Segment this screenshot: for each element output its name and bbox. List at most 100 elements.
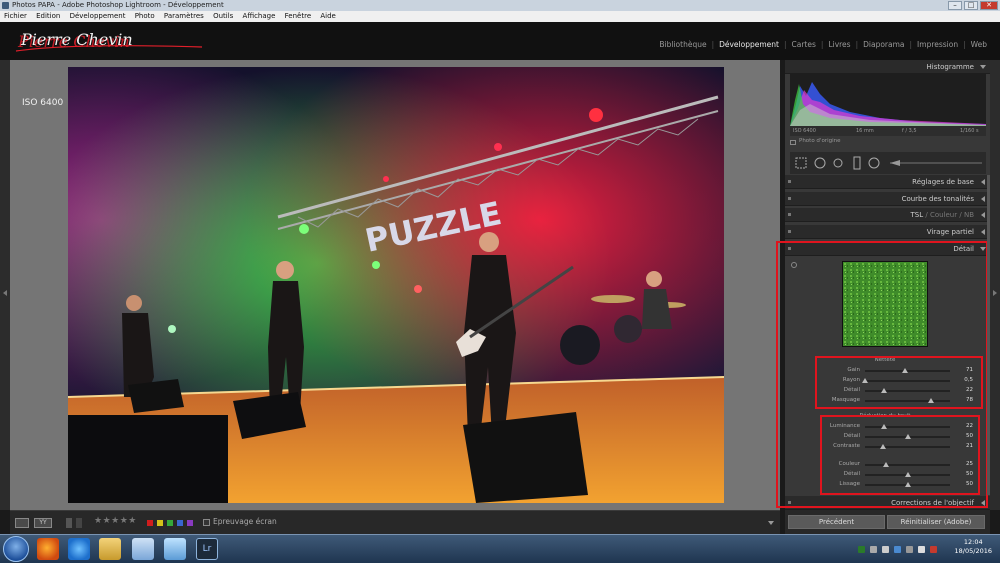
red-eye-icon bbox=[833, 158, 843, 168]
module-developpement[interactable]: Développement bbox=[714, 40, 784, 49]
notepad-icon[interactable] bbox=[132, 538, 154, 560]
window-title-bar: Photos PAPA - Adobe Photoshop Lightroom … bbox=[0, 0, 1000, 11]
window-controls: – □ ✕ bbox=[948, 0, 998, 11]
tray-flag-icon[interactable] bbox=[930, 546, 937, 553]
expand-triangle-icon[interactable] bbox=[981, 229, 985, 235]
color-label-yellow[interactable] bbox=[157, 520, 163, 526]
tone-curve-title: Courbe des tonalités bbox=[901, 195, 974, 203]
close-button[interactable]: ✕ bbox=[980, 1, 998, 10]
menu-aide[interactable]: Aide bbox=[316, 11, 338, 22]
flag-reject-icon[interactable] bbox=[76, 518, 82, 528]
previous-button[interactable]: Précédent bbox=[788, 515, 885, 529]
module-picker: Bibliothèque | Développement | Cartes | Liv… bbox=[654, 40, 992, 49]
menu-edition[interactable]: Edition bbox=[32, 11, 63, 22]
image-viewer: ISO 6400 PUZZLE bbox=[10, 60, 780, 510]
module-bibliotheque[interactable]: Bibliothèque bbox=[654, 40, 711, 49]
toolbar-menu-chevron-icon[interactable] bbox=[768, 521, 774, 525]
module-cartes[interactable]: Cartes bbox=[787, 40, 821, 49]
color-label-blue[interactable] bbox=[177, 520, 183, 526]
histogram-title: Histogramme bbox=[926, 63, 974, 71]
module-diaporama[interactable]: Diaporama bbox=[858, 40, 909, 49]
tray-icon-4[interactable] bbox=[894, 546, 901, 553]
collapse-triangle-icon[interactable] bbox=[980, 65, 986, 69]
right-panel-edge[interactable] bbox=[990, 60, 1000, 510]
menu-bar: Fichier Edition Développement Photo Para… bbox=[0, 11, 1000, 22]
clock-date: 18/05/2016 bbox=[954, 547, 992, 555]
menu-developpement[interactable]: Développement bbox=[66, 11, 129, 22]
hsl-header[interactable]: TSL / Couleur / NB bbox=[785, 208, 990, 222]
identity-plate-logo: Pierre Chevin Pierre Chevin bbox=[15, 31, 203, 52]
menu-photo[interactable]: Photo bbox=[131, 11, 158, 22]
spot-removal-icon bbox=[814, 157, 826, 169]
color-label-green[interactable] bbox=[167, 520, 173, 526]
loupe-view-icon[interactable] bbox=[15, 518, 29, 528]
module-bar: Pierre Chevin Pierre Chevin Bibliothèque… bbox=[0, 22, 1000, 60]
lightroom-taskbar-icon[interactable]: Lr bbox=[196, 538, 218, 560]
expand-triangle-icon[interactable] bbox=[981, 179, 985, 185]
exif-focal: 16 mm bbox=[856, 128, 874, 134]
rating-stars[interactable]: ★★★★★ bbox=[94, 516, 137, 526]
tray-icon-2[interactable] bbox=[870, 546, 877, 553]
flag-pick-icon[interactable] bbox=[66, 518, 72, 528]
soft-proofing-checkbox[interactable] bbox=[203, 519, 210, 526]
graduated-filter-icon bbox=[853, 156, 861, 170]
expand-triangle-icon[interactable] bbox=[981, 212, 985, 218]
tray-network-icon[interactable] bbox=[858, 546, 865, 553]
menu-affichage[interactable]: Affichage bbox=[239, 11, 279, 22]
window-title: Photos PAPA - Adobe Photoshop Lightroom … bbox=[12, 1, 224, 9]
original-photo-label: Photo d'origine bbox=[799, 138, 841, 144]
before-after-icon[interactable]: YY bbox=[34, 518, 52, 528]
maximize-button[interactable]: □ bbox=[964, 1, 978, 10]
exif-aperture: f / 3,5 bbox=[902, 128, 917, 134]
annotation-box-sharpening bbox=[815, 356, 983, 409]
color-tab[interactable]: Couleur bbox=[930, 211, 957, 219]
color-label-red[interactable] bbox=[147, 520, 153, 526]
basic-panel-header[interactable]: Réglages de base bbox=[785, 175, 990, 189]
hsl-tab[interactable]: TSL bbox=[910, 211, 923, 219]
expand-left-arrow-icon[interactable] bbox=[3, 290, 7, 296]
histogram-graph bbox=[790, 74, 986, 126]
start-button[interactable] bbox=[3, 536, 29, 562]
windows-taskbar: Lr 12:04 18/05/2016 bbox=[0, 534, 1000, 563]
internet-explorer-icon[interactable] bbox=[68, 538, 90, 560]
minimize-button[interactable]: – bbox=[948, 1, 962, 10]
annotation-box-noise bbox=[820, 415, 980, 495]
module-livres[interactable]: Livres bbox=[823, 40, 855, 49]
module-web[interactable]: Web bbox=[966, 40, 992, 49]
original-photo-checkbox[interactable] bbox=[790, 140, 796, 145]
left-panel-collapsed[interactable] bbox=[0, 60, 10, 510]
split-toning-title: Virage partiel bbox=[926, 228, 974, 236]
soft-proofing-label: Epreuvage écran bbox=[213, 517, 277, 526]
histogram-header[interactable]: Histogramme bbox=[785, 60, 990, 74]
taskbar-clock[interactable]: 12:04 18/05/2016 bbox=[955, 538, 992, 556]
menu-parametres[interactable]: Paramètres bbox=[160, 11, 207, 22]
split-toning-header[interactable]: Virage partiel bbox=[785, 225, 990, 239]
photo-render: PUZZLE bbox=[68, 67, 724, 503]
tray-icon-5[interactable] bbox=[906, 546, 913, 553]
histogram-exif: ISO 6400 16 mm f / 3,5 1/160 s bbox=[790, 126, 986, 136]
menu-fichier[interactable]: Fichier bbox=[0, 11, 30, 22]
module-impression[interactable]: Impression bbox=[912, 40, 963, 49]
tray-icon-3[interactable] bbox=[882, 546, 889, 553]
file-explorer-icon[interactable] bbox=[99, 538, 121, 560]
exif-iso: ISO 6400 bbox=[793, 128, 816, 134]
tool-strip bbox=[790, 152, 986, 174]
tray-volume-icon[interactable] bbox=[918, 546, 925, 553]
iso-overlay: ISO 6400 bbox=[22, 98, 64, 108]
bw-tab[interactable]: NB bbox=[964, 211, 974, 219]
expand-triangle-icon[interactable] bbox=[981, 196, 985, 202]
firefox-icon[interactable] bbox=[37, 538, 59, 560]
basic-panel-title: Réglages de base bbox=[912, 178, 974, 186]
menu-outils[interactable]: Outils bbox=[209, 11, 236, 22]
menu-fenetre[interactable]: Fenêtre bbox=[281, 11, 314, 22]
exif-shutter: 1/160 s bbox=[960, 128, 979, 134]
collapse-right-arrow-icon[interactable] bbox=[993, 290, 997, 296]
reset-button[interactable]: Réinitialiser (Adobe) bbox=[887, 515, 985, 529]
color-label-purple[interactable] bbox=[187, 520, 193, 526]
clock-time: 12:04 bbox=[963, 538, 983, 546]
panel-scrollbar[interactable] bbox=[987, 175, 990, 495]
tone-curve-header[interactable]: Courbe des tonalités bbox=[785, 192, 990, 206]
concert-photo[interactable]: PUZZLE bbox=[68, 67, 724, 503]
photo-viewer-icon[interactable] bbox=[164, 538, 186, 560]
crop-icon bbox=[795, 157, 807, 169]
